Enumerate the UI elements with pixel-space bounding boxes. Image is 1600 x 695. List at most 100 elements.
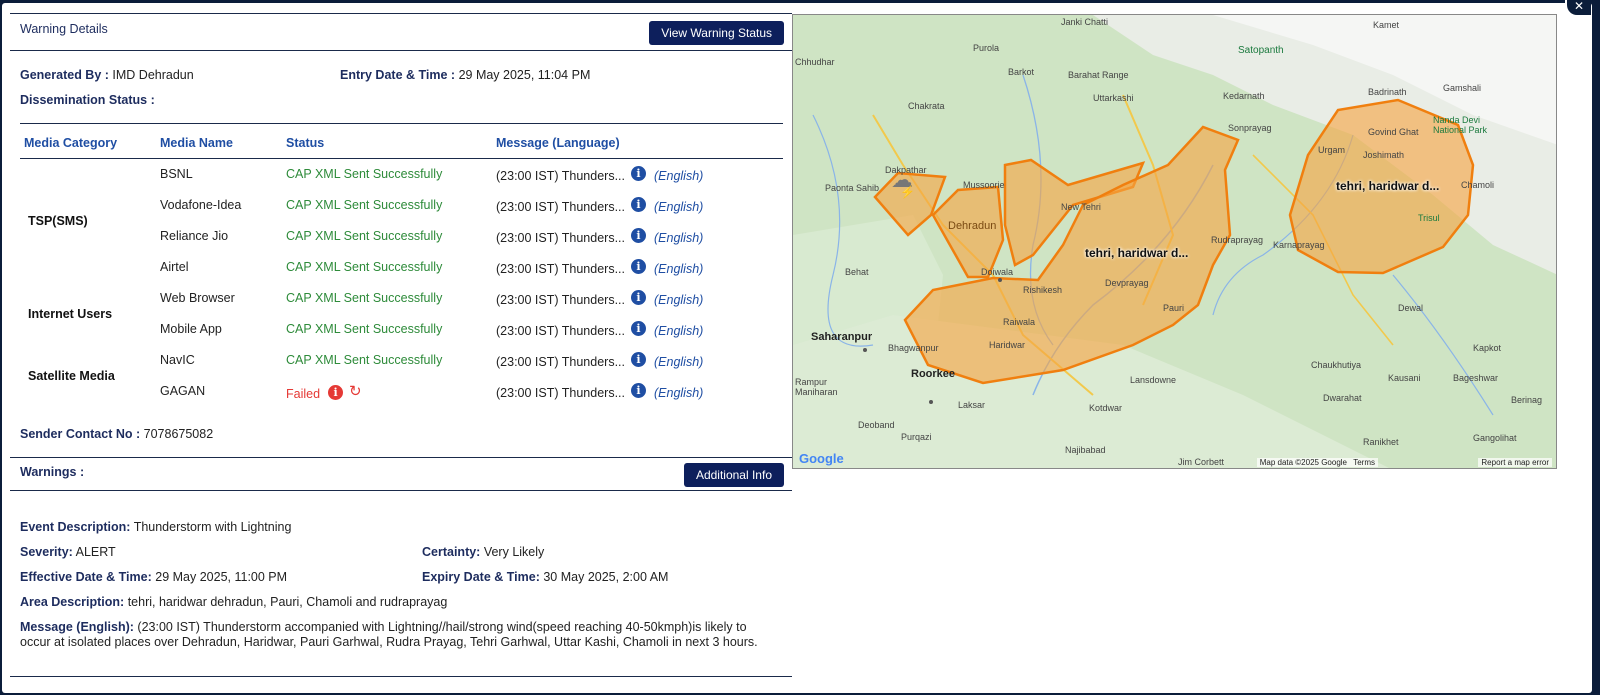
- map-place-label: Sonprayag: [1228, 123, 1272, 133]
- table-row: Internet Users Web Browser CAP XML Sent …: [20, 283, 783, 321]
- media-name: Web Browser: [160, 291, 235, 305]
- map-place-label: Pauri: [1163, 303, 1185, 313]
- map-place-label: Urgam: [1318, 145, 1346, 155]
- info-icon[interactable]: i: [631, 382, 646, 398]
- retry-icon[interactable]: ↻: [349, 382, 362, 400]
- map-place-label: Raiwala: [1003, 317, 1036, 327]
- media-name: NavIC: [160, 353, 195, 367]
- warning-modal: ✕ Warning Details View Warning Status Ge…: [2, 0, 1592, 693]
- message-text: (23:00 IST) Thunders...: [496, 354, 625, 369]
- map-place-label: Chaukhutiya: [1311, 360, 1362, 370]
- media-name: BSNL: [160, 167, 193, 182]
- language-link[interactable]: (English): [654, 355, 703, 369]
- status-text: CAP XML Sent Successfully: [286, 229, 443, 243]
- language-link[interactable]: (English): [654, 293, 703, 307]
- status-text: CAP XML Sent Successfully: [286, 167, 443, 182]
- divider: [10, 490, 792, 491]
- map-place-label: Gangolihat: [1473, 433, 1517, 443]
- map-place-label: Chakrata: [908, 101, 945, 111]
- warning-map[interactable]: Janki Chatti Kamet Satopanth Purola Bark…: [792, 14, 1557, 469]
- google-logo: Google: [799, 451, 844, 466]
- map-place-label: Behat: [845, 267, 869, 277]
- info-icon[interactable]: i: [631, 351, 646, 367]
- map-place-label: Chamoli: [1461, 180, 1495, 190]
- status-text: CAP XML Sent Successfully: [286, 260, 443, 274]
- map-place-label: Ranikhet: [1363, 437, 1399, 447]
- divider: [10, 676, 792, 677]
- certainty: Certainty: Very Likely: [422, 545, 545, 559]
- divider: [10, 50, 792, 51]
- report-map-error-link[interactable]: Report a map error: [1478, 458, 1552, 467]
- message-text: (23:00 IST) Thunders...: [496, 230, 625, 245]
- section-title: Warning Details: [20, 22, 108, 36]
- info-icon[interactable]: i: [631, 289, 646, 305]
- language-link[interactable]: (English): [654, 386, 703, 400]
- media-name: GAGAN: [160, 384, 206, 398]
- col-media-name: Media Name: [156, 123, 282, 159]
- message-text: (23:00 IST) Thunders...: [496, 261, 625, 276]
- media-status-table: Media Category Media Name Status Message…: [20, 123, 783, 407]
- status-text: CAP XML Sent Successfully: [286, 291, 443, 305]
- map-place-label: Barkot: [1008, 67, 1035, 77]
- map-place-label: Govind Ghat: [1368, 127, 1419, 137]
- col-media-category: Media Category: [20, 123, 156, 159]
- map-place-label: Rishikesh: [1023, 285, 1063, 295]
- language-link[interactable]: (English): [654, 324, 703, 338]
- message-text: (23:00 IST) Thunders...: [496, 385, 625, 400]
- category-satellite-media: Satellite Media: [28, 368, 115, 383]
- map-place-label: Doiwala: [981, 267, 1014, 277]
- map-place-label: Badrinath: [1368, 87, 1407, 97]
- map-place-label: Dewal: [1398, 303, 1424, 313]
- info-icon[interactable]: i: [631, 320, 646, 336]
- event-description: Event Description: Thunderstorm with Lig…: [20, 520, 292, 534]
- map-place-label: Kapkot: [1473, 343, 1502, 353]
- generated-by: Generated By : IMD Dehradun: [20, 68, 194, 82]
- map-place-label: Rudraprayag: [1211, 235, 1264, 245]
- col-message-language: Message (Language): [492, 123, 783, 159]
- info-icon[interactable]: i: [631, 196, 646, 212]
- message-english: Message (English): (23:00 IST) Thunderst…: [20, 620, 758, 649]
- warning-area-label[interactable]: tehri, haridwar d...: [1336, 179, 1439, 193]
- error-info-icon[interactable]: i: [328, 384, 344, 400]
- map-place-label: Haridwar: [989, 340, 1026, 350]
- expiry-date-time: Expiry Date & Time: 30 May 2025, 2:00 AM: [422, 570, 669, 584]
- map-place-label: Purqazi: [901, 432, 932, 442]
- map-place-label: Gamshali: [1443, 83, 1482, 93]
- map-place-label: Karnaprayag: [1273, 240, 1325, 250]
- info-icon[interactable]: i: [631, 165, 646, 181]
- severity: Severity: ALERT: [20, 545, 116, 559]
- map-place-label: Nanda Devi National Park: [1433, 115, 1488, 135]
- message-text: (23:00 IST) Thunders...: [496, 292, 625, 307]
- info-icon[interactable]: i: [631, 258, 646, 274]
- language-link[interactable]: (English): [654, 231, 703, 245]
- close-icon[interactable]: ✕: [1565, 0, 1591, 17]
- map-place-label: Uttarkashi: [1093, 93, 1134, 103]
- media-name: Airtel: [160, 260, 189, 274]
- map-place-label: Trisul: [1418, 213, 1440, 223]
- language-link[interactable]: (English): [654, 262, 703, 276]
- warning-details-panel: Warning Details View Warning Status Gene…: [10, 13, 792, 677]
- status-text: CAP XML Sent Successfully: [286, 322, 443, 336]
- map-place-label: Janki Chatti: [1061, 17, 1109, 27]
- additional-info-button[interactable]: Additional Info: [683, 463, 784, 487]
- terms-link[interactable]: Terms: [1350, 458, 1378, 467]
- map-place-label: Deoband: [858, 420, 895, 430]
- effective-date-time: Effective Date & Time: 29 May 2025, 11:0…: [20, 570, 288, 584]
- warning-area-label[interactable]: tehri, haridwar d...: [1085, 246, 1188, 260]
- status-text: CAP XML Sent Successfully: [286, 198, 443, 212]
- language-link[interactable]: (English): [654, 169, 703, 183]
- map-place-label: Mussoorie: [963, 180, 1005, 190]
- map-place-label: Kamet: [1373, 20, 1400, 30]
- dissemination-status-label: Dissemination Status :: [20, 93, 155, 107]
- language-link[interactable]: (English): [654, 200, 703, 214]
- map-place-label: Paonta Sahib: [825, 183, 880, 193]
- map-place-label: Bageshwar: [1453, 373, 1499, 383]
- map-data-credit: Map data ©2025 Google: [1256, 458, 1350, 467]
- view-warning-status-button[interactable]: View Warning Status: [649, 21, 784, 45]
- map-place-label: Lansdowne: [1130, 375, 1177, 385]
- info-icon[interactable]: i: [631, 227, 646, 243]
- section-title: Warnings :: [20, 465, 85, 479]
- message-text: (23:00 IST) Thunders...: [496, 323, 625, 338]
- status-text: CAP XML Sent Successfully: [286, 353, 443, 367]
- map-place-label: Dwarahat: [1323, 393, 1362, 403]
